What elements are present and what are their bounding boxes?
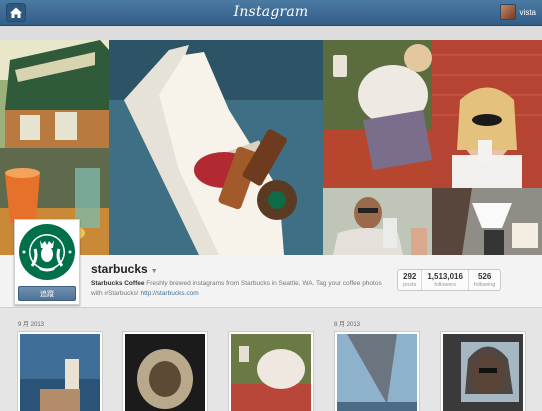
month-label-august: 8 月 2013 bbox=[334, 322, 361, 328]
app-logo[interactable]: Instagram bbox=[0, 4, 542, 20]
bio-link[interactable]: http://starbucks.com bbox=[141, 290, 199, 297]
stat-posts[interactable]: 292 posts bbox=[398, 270, 421, 290]
stat-posts-label: posts bbox=[403, 282, 417, 288]
feed-photo-reading[interactable] bbox=[228, 331, 314, 411]
stat-following-label: following bbox=[473, 282, 496, 288]
profile-stats: 292 posts 1,513,016 followers 526 follow… bbox=[397, 269, 502, 291]
feed-photo-lake[interactable] bbox=[17, 331, 103, 411]
photo-feed: 9 月 2013 8 月 2013 bbox=[0, 307, 542, 411]
username: vista bbox=[519, 7, 536, 17]
avatar bbox=[499, 4, 516, 20]
starbucks-logo bbox=[19, 224, 75, 280]
top-bar: Instagram vista bbox=[0, 0, 542, 26]
profile-name-row[interactable]: starbucks ▼ bbox=[91, 262, 158, 276]
stat-following-value: 526 bbox=[477, 272, 492, 281]
mosaic-photo-storefront[interactable] bbox=[0, 40, 109, 148]
feed-photo-cup-art[interactable] bbox=[122, 331, 208, 411]
stat-following[interactable]: 526 following bbox=[467, 270, 500, 290]
mosaic-photo-pour-over[interactable] bbox=[432, 188, 542, 255]
user-menu[interactable]: vista bbox=[499, 4, 536, 20]
photo-mosaic bbox=[0, 40, 542, 255]
feed-photo-sail[interactable] bbox=[334, 331, 420, 411]
stat-followers-label: followers bbox=[434, 282, 456, 288]
follow-button[interactable]: 追蹤 bbox=[18, 286, 76, 301]
mosaic-photo-cup-girl[interactable] bbox=[432, 40, 542, 188]
bio-name: Starbucks Coffee bbox=[91, 280, 145, 287]
stat-posts-value: 292 bbox=[403, 272, 417, 281]
mosaic-photo-frappuccino[interactable] bbox=[323, 188, 432, 255]
mosaic-photo-reading[interactable] bbox=[323, 40, 432, 188]
profile-bio: Starbucks Coffee Freshly brewed instagra… bbox=[91, 279, 391, 299]
profile-name: starbucks bbox=[91, 262, 148, 276]
caret-down-icon: ▼ bbox=[150, 268, 158, 275]
profile-bar: 追蹤 starbucks ▼ Starbucks Coffee Freshly b… bbox=[0, 219, 542, 307]
stat-followers-value: 1,513,016 bbox=[427, 272, 463, 281]
stat-followers[interactable]: 1,513,016 followers bbox=[421, 270, 468, 290]
mosaic-photo-boat[interactable] bbox=[109, 40, 323, 255]
month-label-september: 9 月 2013 bbox=[18, 322, 45, 328]
profile-card: 追蹤 bbox=[14, 219, 80, 305]
feed-photo-car-girl[interactable] bbox=[440, 331, 526, 411]
